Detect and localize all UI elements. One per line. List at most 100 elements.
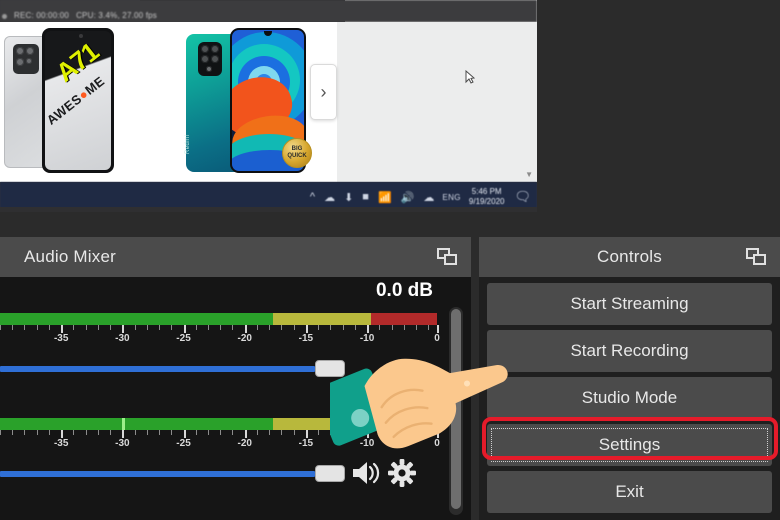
db-tick-minor: [171, 325, 173, 330]
db-tick-minor: [85, 430, 87, 435]
db-tick-minor: [281, 325, 283, 330]
obs-cpu-label: CPU: 3.4%, 27.00 fps: [76, 11, 158, 20]
control-button-label: Exit: [615, 482, 644, 501]
db-tick-minor: [24, 325, 26, 330]
meter-peak-marker-2: [122, 418, 125, 430]
db-tick-minor: [146, 325, 148, 330]
pointing-hand-icon: [330, 330, 530, 505]
network-icon[interactable]: 📶: [378, 191, 392, 204]
db-tick-minor: [110, 325, 112, 330]
volume-meter-1: [0, 313, 437, 325]
db-tick-minor: [220, 430, 222, 435]
notifications-icon[interactable]: 🗨: [514, 189, 531, 205]
volume-slider-track-1[interactable]: [0, 366, 315, 372]
audio-mixer-header: Audio Mixer: [0, 237, 471, 277]
db-tick-major: [122, 430, 125, 438]
volume-icon[interactable]: 🔊: [401, 191, 415, 204]
phone-a-front: A71 AWES●ME: [42, 28, 114, 173]
chevron-right-icon: ›: [320, 81, 327, 102]
product-image-phone-a[interactable]: A71 AWES●ME: [4, 28, 116, 173]
taskbar-date: 9/19/2020: [468, 197, 505, 206]
phone-b-brand-text: Redmi: [185, 134, 191, 154]
db-tick-label: -25: [176, 333, 191, 344]
db-tick-minor: [134, 430, 136, 435]
db-tick-minor: [12, 325, 14, 330]
db-tick-minor: [293, 430, 295, 435]
obs-rec-label: REC: 00:00:00: [14, 11, 70, 20]
download-icon[interactable]: ⬇: [344, 191, 353, 204]
db-tick-major: [244, 325, 247, 333]
db-tick-minor: [48, 430, 50, 435]
db-tick-major: [305, 430, 308, 438]
db-tick-minor: [293, 325, 295, 330]
control-button-start-streaming[interactable]: Start Streaming: [487, 283, 772, 325]
control-button-label: Start Streaming: [570, 294, 689, 313]
db-tick-minor: [208, 325, 209, 330]
db-tick-minor: [48, 325, 50, 330]
dock-separator: [0, 212, 780, 237]
carousel-next-button[interactable]: ›: [310, 64, 337, 120]
db-tick-minor: [208, 430, 209, 435]
language-indicator[interactable]: ENG: [442, 193, 461, 202]
controls-header: Controls: [479, 237, 780, 277]
db-tick-minor: [36, 325, 38, 330]
media-icon[interactable]: ■: [362, 191, 369, 203]
undock-icon[interactable]: [746, 248, 766, 266]
cloud-sync-icon[interactable]: ☁: [324, 191, 335, 204]
db-tick-major: [122, 325, 125, 333]
product-image-phone-b[interactable]: Redmi BIG QUICK: [185, 28, 312, 173]
db-tick-minor: [36, 430, 38, 435]
db-tick-minor: [232, 430, 234, 435]
db-tick-label: -15: [298, 438, 314, 449]
db-tick-minor: [171, 430, 173, 435]
onedrive-icon[interactable]: ☁: [423, 191, 434, 204]
db-tick-minor: [73, 430, 75, 435]
db-tick-minor: [110, 430, 112, 435]
db-tick-major: [244, 430, 247, 438]
db-tick-label: -20: [237, 333, 252, 344]
audio-mixer-title: Audio Mixer: [24, 247, 116, 266]
obs-status-bar: REC: 00:00:00 CPU: 3.4%, 27.00 fps: [0, 0, 537, 22]
db-tick-label: -30: [115, 438, 130, 449]
db-tick-minor: [256, 430, 258, 435]
db-tick-minor: [85, 325, 87, 330]
db-tick-minor: [269, 325, 271, 330]
db-tick-minor: [97, 325, 99, 330]
db-tick-minor: [0, 325, 1, 330]
db-tick-minor: [269, 430, 271, 435]
browser-page: A71 AWES●ME Redmi BIG QUICK › ▼: [0, 22, 537, 182]
mouse-cursor-icon: [465, 70, 475, 84]
phone-a-screen: A71 AWES●ME: [45, 31, 111, 170]
db-tick-major: [183, 325, 186, 333]
volume-slider-track-2[interactable]: [0, 471, 315, 477]
badge-line-1: BIG: [291, 146, 303, 152]
db-tick-label: -30: [115, 333, 130, 344]
page-scroll-indicator: ▼: [525, 170, 533, 179]
db-tick-major: [183, 430, 186, 438]
show-hidden-icons-icon[interactable]: ^: [310, 191, 315, 203]
db-tick-minor: [256, 325, 258, 330]
db-tick-label: -35: [53, 333, 69, 344]
db-readout: 0.0 dB: [375, 280, 433, 301]
db-tick-minor: [146, 430, 148, 435]
controls-title: Controls: [597, 247, 662, 266]
page-right-panel: [337, 22, 537, 182]
db-tick-minor: [318, 325, 320, 330]
taskbar-clock[interactable]: 5:46 PM 9/19/2020: [469, 187, 505, 207]
control-button-label: Studio Mode: [581, 388, 678, 407]
db-tick-minor: [24, 430, 26, 435]
undock-icon[interactable]: [437, 248, 457, 266]
tray-icon-group[interactable]: ^ ☁ ⬇ ■ 📶 🔊 ☁: [310, 191, 434, 204]
db-tick-minor: [220, 325, 222, 330]
db-tick-minor: [159, 430, 161, 435]
db-tick-major: [61, 325, 64, 333]
db-tick-minor: [12, 430, 14, 435]
db-tick-minor: [318, 430, 320, 435]
phone-a-camera-module: [13, 44, 39, 74]
db-tick-major: [305, 325, 308, 333]
db-tick-label: -20: [237, 438, 252, 449]
discount-badge: BIG QUICK: [282, 138, 312, 168]
obs-studio-window: REC: 00:00:00 CPU: 3.4%, 27.00 fps A71 A…: [0, 0, 780, 520]
db-tick-minor: [73, 325, 75, 330]
control-button-label: Start Recording: [570, 341, 689, 360]
